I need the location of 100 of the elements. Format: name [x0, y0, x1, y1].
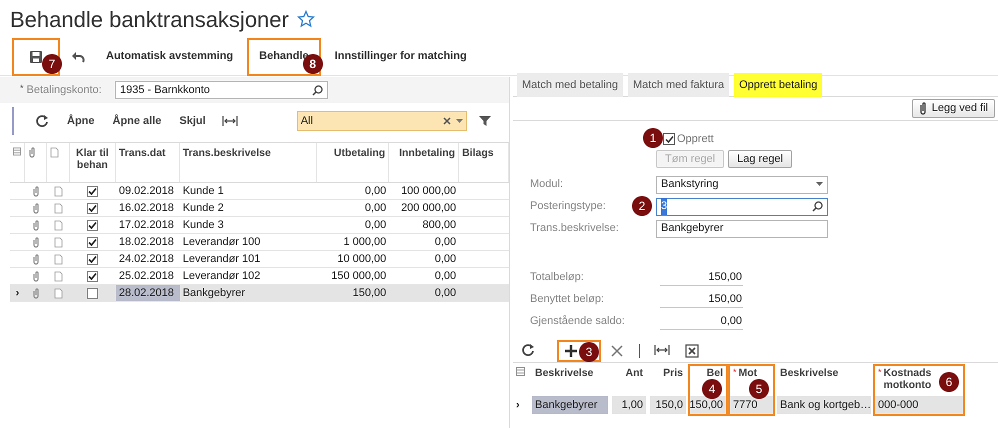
- checkbox-label: Opprett: [677, 132, 714, 147]
- checkbox[interactable]: [87, 236, 98, 248]
- caret-icon: [816, 182, 823, 187]
- filter-dropdown[interactable]: All: [296, 111, 467, 131]
- table-cell-text: 25.02.2018: [118, 268, 174, 284]
- caret-icon: [456, 118, 463, 124]
- toolbar-button[interactable]: Åpne: [58, 109, 104, 133]
- table-row[interactable]: 25.02.2018 Leverandør 102 150 000,00 0,00: [10, 268, 509, 285]
- column-header[interactable]: Ant: [626, 367, 643, 379]
- table-cell-text: 7770: [733, 398, 758, 413]
- callout-badge: 6: [939, 372, 959, 392]
- paperclip-icon: [32, 270, 40, 282]
- field-label: Posteringstype:: [530, 199, 606, 214]
- tab[interactable]: Match med faktura: [628, 73, 730, 97]
- total-value: 150,00: [660, 269, 743, 286]
- tab[interactable]: Opprett betaling: [734, 73, 822, 97]
- total-label: Totalbeløp:: [530, 270, 585, 286]
- document-icon: [54, 270, 63, 282]
- total-label: Gjenstående saldo:: [530, 314, 626, 330]
- search-icon: [312, 84, 323, 96]
- table-cell-text: 200 000,00: [401, 200, 456, 216]
- column-header[interactable]: Pris: [663, 367, 683, 379]
- toolbar-button[interactable]: Behandle8: [247, 38, 321, 76]
- column-header[interactable]: Beskrivelse: [535, 367, 594, 379]
- table-cell-text: 0,00: [434, 252, 456, 267]
- save-icon: [29, 50, 43, 64]
- create-checkbox[interactable]: [663, 133, 675, 145]
- paperclip-icon: [32, 220, 40, 230]
- toolbar-button[interactable]: Skjul: [170, 109, 215, 133]
- callout-badge: 2: [632, 196, 652, 216]
- table-cell-text: Kunde 1: [182, 184, 224, 199]
- tab[interactable]: Match med betaling: [517, 73, 623, 97]
- paperclip-icon: [32, 202, 40, 214]
- table-cell-text: 100 000,00: [401, 184, 456, 199]
- column-header[interactable]: Kostnads motkonto: [884, 367, 940, 391]
- column-header[interactable]: Beskrivelse: [780, 367, 838, 379]
- text-field[interactable]: Bankgebyrer: [656, 220, 828, 238]
- table-cell-text: 000-000: [878, 398, 918, 413]
- account-label: Betalingskonto:: [26, 82, 102, 98]
- checkbox[interactable]: [87, 202, 98, 214]
- account-lookup-field[interactable]: 1935 - Barnkkonto: [115, 81, 328, 99]
- table-row[interactable]: 17.02.2018 Kunde 3 0,00 800,00: [10, 217, 509, 234]
- table-cell-text: Bank og kortgeb…: [780, 398, 872, 413]
- checkbox[interactable]: [87, 288, 98, 298]
- table-cell-text: 09.02.2018: [118, 184, 174, 199]
- posting-type-lookup[interactable]: 3: [656, 198, 828, 216]
- table-row[interactable]: › 28.02.2018 Bankgebyrer 150,00 0,00: [10, 285, 509, 302]
- column-header[interactable]: Utbetaling: [334, 147, 386, 182]
- column-header[interactable]: Bilags: [462, 147, 494, 182]
- checkbox[interactable]: [87, 254, 98, 264]
- attach-file-button[interactable]: Legg ved fil: [912, 99, 995, 118]
- module-dropdown[interactable]: Bankstyring: [656, 176, 828, 194]
- column-header[interactable]: Innbetaling: [399, 147, 456, 182]
- document-icon: [54, 236, 63, 248]
- required-mark: *: [20, 82, 24, 95]
- save-button[interactable]: 7: [12, 38, 60, 76]
- column-header[interactable]: Trans.dat: [118, 147, 166, 182]
- required-mark: *: [733, 367, 737, 377]
- total-value: 150,00: [660, 291, 743, 308]
- table-row[interactable]: 09.02.2018 Kunde 1 0,00 100 000,00: [10, 183, 509, 200]
- fit-width-icon: [222, 114, 238, 128]
- table-cell-text: 0,00: [364, 184, 386, 199]
- add-button[interactable]: 3: [557, 340, 601, 362]
- toolbar-button[interactable]: Automatisk avstemming: [96, 38, 244, 76]
- table-cell-text: 17.02.2018: [118, 218, 174, 233]
- table-row[interactable]: 16.02.2018 Kunde 2 0,00 200 000,00: [10, 200, 509, 217]
- refresh-icon: [35, 114, 51, 128]
- toolbar-button[interactable]: Innstillinger for matching: [324, 38, 477, 76]
- checkbox[interactable]: [87, 270, 98, 282]
- table-cell-text: Bankgebyrer: [535, 398, 598, 413]
- page-title: Behandle banktransaksjoner: [10, 6, 289, 34]
- table-cell-text: 24.02.2018: [118, 252, 174, 267]
- row-indicator: ›: [16, 286, 20, 301]
- table-cell-text: 28.02.2018: [118, 286, 174, 301]
- table-cell-text: Bankgebyrer: [182, 286, 246, 301]
- toolbar-button[interactable]: Åpne alle: [104, 109, 170, 133]
- callout-badge: 5: [749, 379, 769, 399]
- column-header[interactable]: Trans.beskrivelse: [182, 147, 271, 182]
- table-cell-text: 0,00: [434, 234, 456, 250]
- table-cell-text: 0,00: [364, 218, 386, 233]
- table-cell-text: 0,00: [364, 200, 386, 216]
- table-cell-text: 18.02.2018: [118, 234, 174, 250]
- row-indicator: ›: [516, 398, 520, 413]
- checkbox[interactable]: [87, 186, 98, 196]
- table-cell-text: 1,00: [622, 398, 643, 413]
- table-cell-text: 150,00: [689, 398, 723, 413]
- column-header[interactable]: Bel: [706, 367, 723, 379]
- paperclip-icon: [32, 236, 40, 248]
- table-row[interactable]: 24.02.2018 Leverandør 101 10 000,00 0,00: [10, 251, 509, 268]
- column-header[interactable]: Klar til behan: [72, 147, 112, 182]
- table-cell-text: 10 000,00: [337, 252, 386, 267]
- checkbox[interactable]: [87, 220, 98, 230]
- field-label: Modul:: [530, 177, 564, 192]
- undo-icon: [71, 50, 85, 62]
- rule-button[interactable]: Lag regel: [728, 150, 792, 168]
- column-header[interactable]: Mot: [738, 367, 758, 379]
- table-cell-text: 150,0: [655, 398, 683, 413]
- paperclip-icon: [918, 102, 927, 115]
- table-row[interactable]: 18.02.2018 Leverandør 100 1 000,00 0,00: [10, 234, 509, 251]
- refresh-icon: [521, 342, 537, 358]
